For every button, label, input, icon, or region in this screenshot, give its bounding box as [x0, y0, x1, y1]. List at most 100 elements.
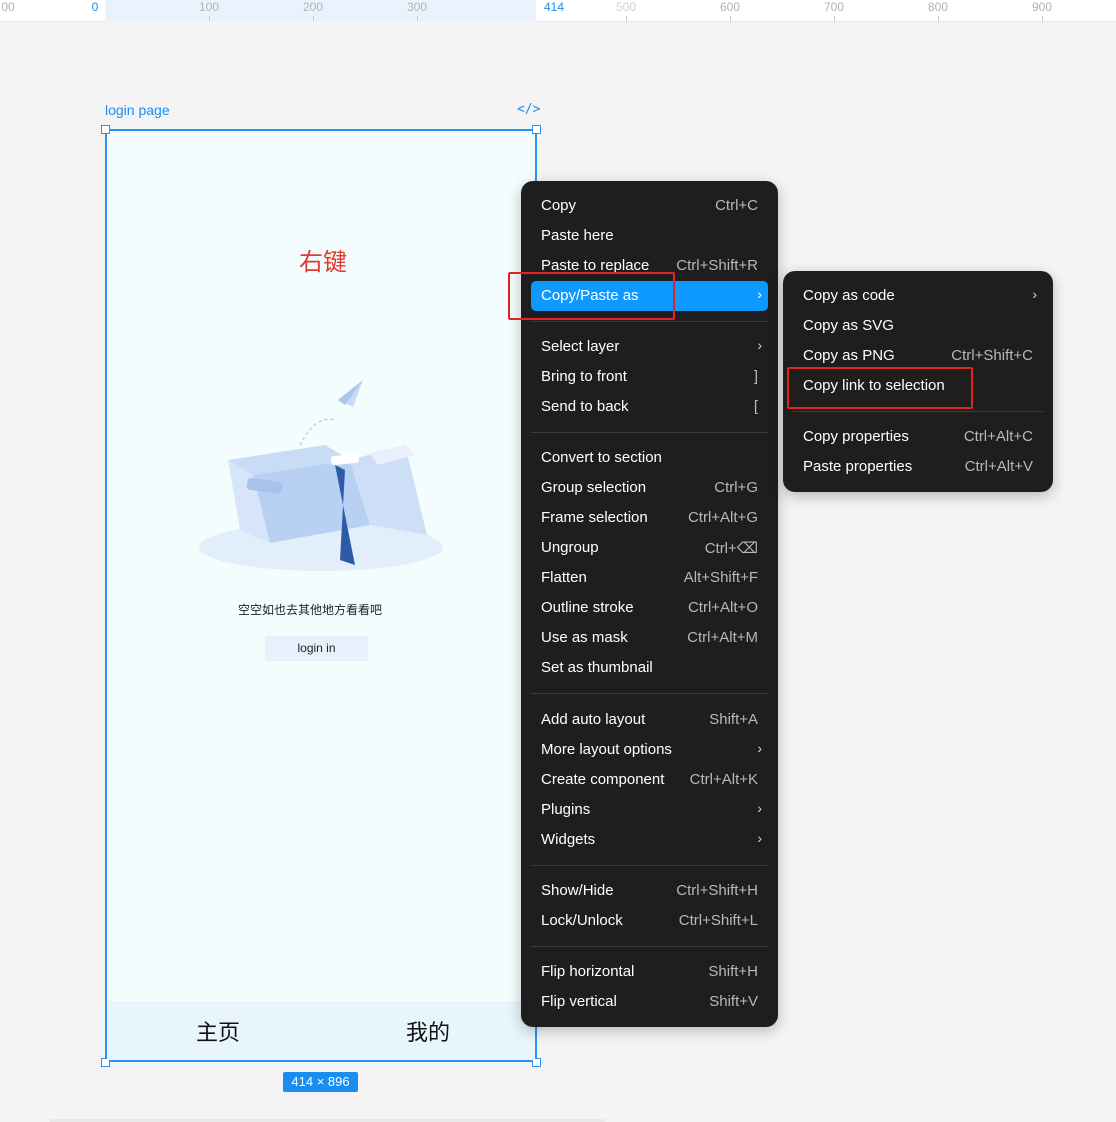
menu-item-ungroup[interactable]: Ungroup Ctrl+⌫: [531, 533, 768, 563]
ruler-tick: 800: [927, 0, 949, 14]
menu-item-label: Add auto layout: [541, 711, 646, 728]
menu-item-label: Paste properties: [803, 458, 913, 475]
menu-item-create-component[interactable]: Create component Ctrl+Alt+K: [531, 765, 768, 795]
chevron-right-icon: ›: [757, 830, 762, 846]
menu-item-shortcut: ]: [753, 368, 758, 385]
menu-item-copy[interactable]: Copy Ctrl+C: [531, 191, 768, 221]
menu-item-flip-horizontal[interactable]: Flip horizontal Shift+H: [531, 957, 768, 987]
ruler-tick: 500: [615, 0, 637, 14]
menu-item-label: Use as mask: [541, 629, 628, 646]
ruler-tick: 414: [543, 0, 565, 14]
tab-mine[interactable]: 我的: [406, 1015, 450, 1047]
menu-divider: [531, 321, 768, 322]
menu-item-frame-selection[interactable]: Frame selection Ctrl+Alt+G: [531, 503, 768, 533]
menu-divider: [531, 946, 768, 947]
ruler-mark: [938, 16, 939, 21]
menu-item-shortcut: Shift+A: [709, 711, 758, 728]
ruler-tick: 900: [1031, 0, 1053, 14]
menu-item-label: Convert to section: [541, 449, 662, 466]
menu-item-plugins[interactable]: Plugins ›: [531, 795, 768, 825]
menu-item-bring-to-front[interactable]: Bring to front ]: [531, 362, 768, 392]
menu-item-select-layer[interactable]: Select layer ›: [531, 332, 768, 362]
menu-item-shortcut: Ctrl+Shift+C: [951, 347, 1033, 364]
menu-item-label: Copy as PNG: [803, 347, 895, 364]
menu-item-group-selection[interactable]: Group selection Ctrl+G: [531, 473, 768, 503]
submenu-item-copy-as-code[interactable]: Copy as code ›: [793, 281, 1043, 311]
menu-item-label: Widgets: [541, 831, 596, 848]
highlight-box-copy-paste-as: [508, 272, 675, 320]
menu-item-use-as-mask[interactable]: Use as mask Ctrl+Alt+M: [531, 623, 768, 653]
menu-item-label: Flip horizontal: [541, 963, 635, 980]
menu-item-shortcut: Alt+Shift+F: [683, 569, 758, 586]
resize-handle-top-left[interactable]: [101, 125, 110, 134]
menu-item-lock-unlock[interactable]: Lock/Unlock Ctrl+Shift+L: [531, 906, 768, 936]
menu-item-shortcut: Ctrl+Alt+K: [689, 771, 758, 788]
menu-item-flatten[interactable]: Flatten Alt+Shift+F: [531, 563, 768, 593]
menu-item-label: Group selection: [541, 479, 647, 496]
menu-item-send-to-back[interactable]: Send to back [: [531, 392, 768, 422]
submenu-item-copy-as-svg[interactable]: Copy as SVG: [793, 311, 1043, 341]
chevron-right-icon: ›: [1032, 286, 1037, 302]
menu-item-label: Lock/Unlock: [541, 912, 623, 929]
menu-item-label: Select layer: [541, 338, 620, 355]
ruler-tick: 200: [302, 0, 324, 14]
frame-name-label[interactable]: login page: [105, 102, 170, 118]
ruler-mark: [417, 16, 418, 21]
menu-item-label: Flip vertical: [541, 993, 617, 1010]
menu-divider: [531, 693, 768, 694]
submenu-item-copy-properties[interactable]: Copy properties Ctrl+Alt+C: [793, 422, 1043, 452]
menu-item-label: Copy: [541, 197, 577, 214]
bottom-tab-bar: [107, 1001, 535, 1060]
ruler-mark: [1042, 16, 1043, 21]
menu-item-shortcut: Ctrl+Alt+G: [687, 509, 758, 526]
menu-item-label: Show/Hide: [541, 882, 614, 899]
chevron-right-icon: ›: [757, 337, 762, 353]
menu-item-more-layout-options[interactable]: More layout options ›: [531, 735, 768, 765]
menu-item-convert-to-section[interactable]: Convert to section: [531, 443, 768, 473]
menu-item-label: Outline stroke: [541, 599, 634, 616]
menu-item-widgets[interactable]: Widgets ›: [531, 825, 768, 855]
menu-item-shortcut: Ctrl+Shift+H: [676, 882, 758, 899]
menu-divider: [531, 865, 768, 866]
menu-item-label: Paste here: [541, 227, 614, 244]
ruler-tick: 600: [719, 0, 741, 14]
ruler-mark: [209, 16, 210, 21]
menu-item-label: Ungroup: [541, 539, 599, 556]
menu-item-shortcut: Ctrl+Shift+L: [678, 912, 758, 929]
code-icon[interactable]: </>: [517, 102, 540, 117]
menu-divider: [531, 432, 768, 433]
ruler-tick: 300: [406, 0, 428, 14]
menu-item-shortcut: Ctrl+Alt+M: [687, 629, 758, 646]
menu-item-add-auto-layout[interactable]: Add auto layout Shift+A: [531, 705, 768, 735]
highlight-box-copy-link: [787, 367, 973, 409]
menu-item-paste-here[interactable]: Paste here: [531, 221, 768, 251]
menu-item-label: Send to back: [541, 398, 629, 415]
menu-item-label: Frame selection: [541, 509, 648, 526]
login-button[interactable]: login in: [265, 636, 368, 661]
menu-item-shortcut: Ctrl+Alt+C: [963, 428, 1033, 445]
menu-item-shortcut: Shift+H: [708, 963, 758, 980]
empty-state-message: 空空如也去其他地方看看吧: [238, 603, 383, 617]
resize-handle-top-right[interactable]: [532, 125, 541, 134]
ruler-tick: 100: [198, 0, 220, 14]
right-click-annotation: 右键: [299, 249, 347, 276]
menu-item-label: Set as thumbnail: [541, 659, 653, 676]
ruler-tick: 700: [823, 0, 845, 14]
menu-item-label: Create component: [541, 771, 665, 788]
submenu-item-paste-properties[interactable]: Paste properties Ctrl+Alt+V: [793, 452, 1043, 482]
horizontal-ruler: 00 0 100 200 300 414 500 600 700 800 900: [0, 0, 1116, 22]
chevron-right-icon: ›: [757, 800, 762, 816]
menu-item-label: Bring to front: [541, 368, 627, 385]
menu-item-label: Copy as SVG: [803, 317, 894, 334]
menu-item-flip-vertical[interactable]: Flip vertical Shift+V: [531, 987, 768, 1017]
menu-item-shortcut: Ctrl+G: [714, 479, 758, 496]
tab-home[interactable]: 主页: [196, 1015, 240, 1047]
menu-item-show-hide[interactable]: Show/Hide Ctrl+Shift+H: [531, 876, 768, 906]
menu-item-set-as-thumbnail[interactable]: Set as thumbnail: [531, 653, 768, 683]
ruler-mark: [626, 16, 627, 21]
menu-item-shortcut: Ctrl+Alt+O: [687, 599, 758, 616]
menu-item-label: Flatten: [541, 569, 587, 586]
menu-divider: [793, 411, 1043, 412]
menu-item-shortcut: Ctrl+Shift+R: [676, 257, 758, 274]
menu-item-outline-stroke[interactable]: Outline stroke Ctrl+Alt+O: [531, 593, 768, 623]
